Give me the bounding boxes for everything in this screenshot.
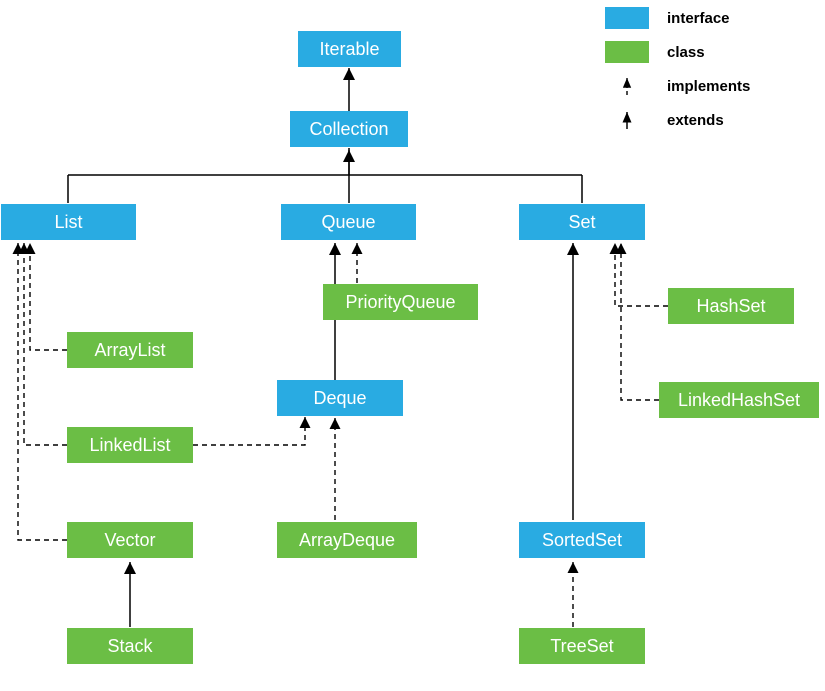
node-stack: Stack — [67, 628, 193, 664]
node-set: Set — [519, 204, 645, 240]
node-queue: Queue — [281, 204, 416, 240]
node-hashset: HashSet — [668, 288, 794, 324]
legend-row-implements: implements — [605, 71, 815, 101]
node-arraydeque: ArrayDeque — [277, 522, 417, 558]
legend-swatch-class — [605, 41, 649, 63]
node-deque: Deque — [277, 380, 403, 416]
node-iterable: Iterable — [298, 31, 401, 67]
legend-label-implements: implements — [667, 78, 750, 95]
legend-extends-icon — [605, 109, 649, 131]
node-collection: Collection — [290, 111, 408, 147]
node-arraylist: ArrayList — [67, 332, 193, 368]
node-sortedset: SortedSet — [519, 522, 645, 558]
legend-row-extends: extends — [605, 105, 815, 135]
node-priorityqueue: PriorityQueue — [323, 284, 478, 320]
diagram-canvas: Iterable Collection List Queue Set Array… — [0, 0, 825, 691]
legend: interface class implements extends — [605, 3, 815, 139]
legend-row-class: class — [605, 37, 815, 67]
legend-label-class: class — [667, 44, 705, 61]
node-linkedhashset: LinkedHashSet — [659, 382, 819, 418]
legend-row-interface: interface — [605, 3, 815, 33]
node-linkedlist: LinkedList — [67, 427, 193, 463]
legend-label-extends: extends — [667, 112, 724, 129]
node-treeset: TreeSet — [519, 628, 645, 664]
legend-label-interface: interface — [667, 10, 730, 27]
node-list: List — [1, 204, 136, 240]
legend-implements-icon — [605, 75, 649, 97]
node-vector: Vector — [67, 522, 193, 558]
legend-swatch-interface — [605, 7, 649, 29]
